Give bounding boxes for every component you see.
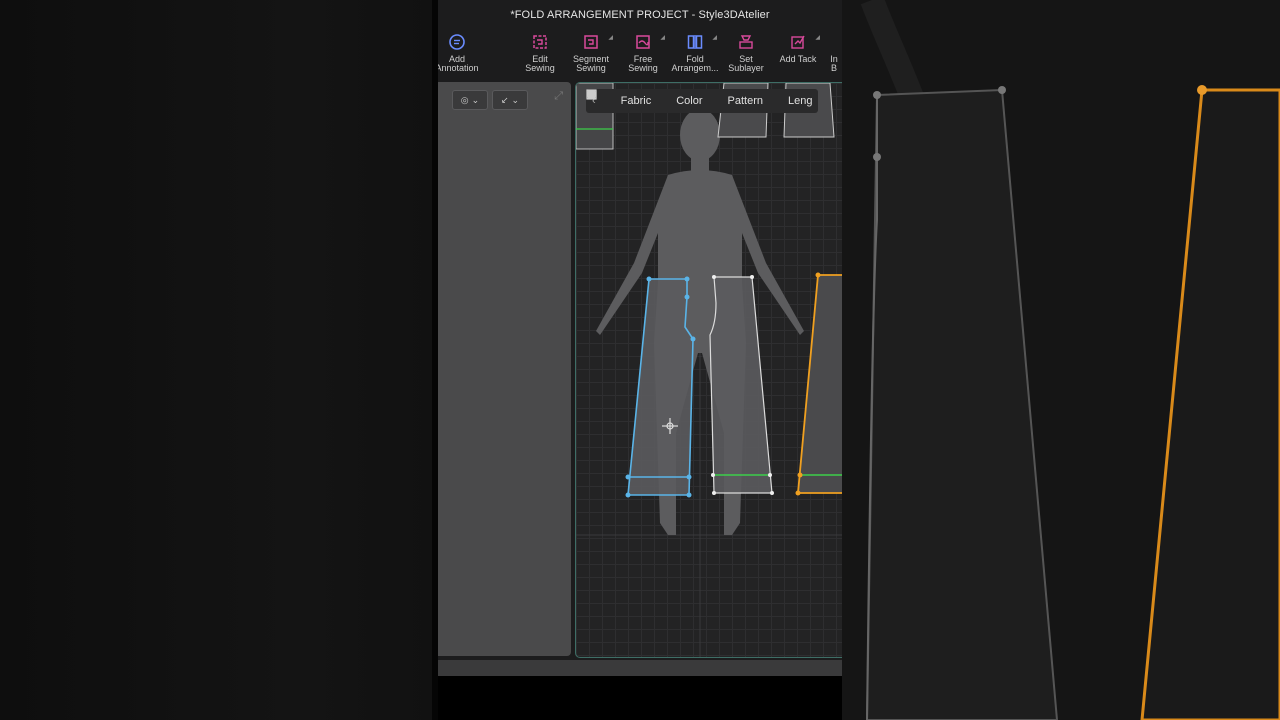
free-sewing-label: Free Sewing — [628, 54, 658, 73]
pattern-piece-right[interactable] — [709, 275, 774, 495]
expand-icon[interactable]: ⤢ — [554, 90, 563, 103]
annotation-icon — [447, 32, 467, 52]
segment-sewing-button[interactable]: Segment Sewing ◢ — [563, 32, 619, 78]
segment-sewing-label: Segment Sewing — [572, 54, 610, 73]
tab-length-label: Leng — [788, 95, 813, 107]
pen-icon: ↙ — [500, 94, 509, 105]
horizontal-scrollbar[interactable] — [438, 660, 842, 676]
pattern-piece-highlighted[interactable] — [795, 272, 843, 496]
segment-sewing-icon — [581, 32, 601, 52]
add-annotation-button[interactable]: Add Annotation — [438, 32, 485, 78]
chevron-down-icon: ⌄ — [511, 94, 520, 105]
edit-sewing-button[interactable]: Edit Sewing — [512, 32, 568, 78]
edit-sewing-icon — [530, 32, 550, 52]
add-tack-icon — [788, 32, 808, 52]
fold-arrangement-icon — [685, 32, 705, 52]
tab-fabric[interactable]: Fabric — [586, 89, 652, 107]
submenu-indicator-icon: ◢ — [608, 35, 613, 41]
tab-fabric-label: Fabric — [620, 95, 652, 107]
add-annotation-label: Add Annotation — [438, 54, 479, 73]
add-tack-label: Add Tack — [779, 54, 817, 64]
pattern-icon — [587, 90, 724, 107]
fold-arrangement-label: Fold Arrangem... — [671, 54, 719, 73]
color-icon — [586, 89, 672, 107]
pattern-canvas[interactable] — [576, 83, 842, 657]
set-sublayer-button[interactable]: Set Sublayer — [718, 32, 774, 78]
left-background — [0, 0, 432, 720]
partial-tool-button[interactable]: In B — [814, 32, 842, 78]
fold-arrangement-button[interactable]: Fold Arrangem... ◢ — [667, 32, 723, 78]
pattern-piece-selected[interactable] — [625, 276, 696, 498]
length-icon — [586, 90, 784, 107]
partial-tool-icon — [824, 32, 842, 52]
fabric-icon — [586, 89, 617, 107]
tab-length[interactable]: Leng — [586, 90, 813, 107]
bottom-bar — [438, 676, 842, 720]
submenu-indicator-icon: ◢ — [712, 35, 717, 41]
set-sublayer-label: Set Sublayer — [728, 54, 764, 73]
tab-color[interactable]: Color — [586, 89, 703, 107]
window-title: *FOLD ARRANGEMENT PROJECT - Style3DAteli… — [510, 9, 770, 21]
tool-mode-dropdown[interactable]: ↙ ⌄ — [492, 90, 528, 110]
free-sewing-button[interactable]: Free Sewing ◢ — [615, 32, 671, 78]
viewport-tabs: ‹ Fabric Color Pattern Leng — [586, 89, 819, 113]
zoomed-background — [842, 0, 1280, 720]
chevron-down-icon: ⌄ — [471, 94, 480, 105]
partial-tool-label: In B — [830, 54, 838, 73]
edit-sewing-label: Edit Sewing — [525, 54, 555, 73]
tab-pattern[interactable]: Pattern — [587, 90, 763, 107]
free-sewing-icon — [633, 32, 653, 52]
view-mode-dropdown[interactable]: ◎ ⌄ — [452, 90, 488, 110]
toolbar: Add Annotation Edit Sewing Segment Sewin… — [438, 30, 842, 80]
pattern-viewport[interactable]: ‹ Fabric Color Pattern Leng — [575, 82, 842, 658]
left-panel: ◎ ⌄ ↙ ⌄ ⤢ — [438, 82, 571, 656]
tab-color-label: Color — [676, 95, 703, 107]
submenu-indicator-icon: ◢ — [660, 35, 665, 41]
app-window: *FOLD ARRANGEMENT PROJECT - Style3DAteli… — [438, 0, 842, 720]
set-sublayer-icon — [736, 32, 756, 52]
tab-pattern-label: Pattern — [727, 95, 763, 107]
view-mode-icon: ◎ — [460, 94, 469, 105]
